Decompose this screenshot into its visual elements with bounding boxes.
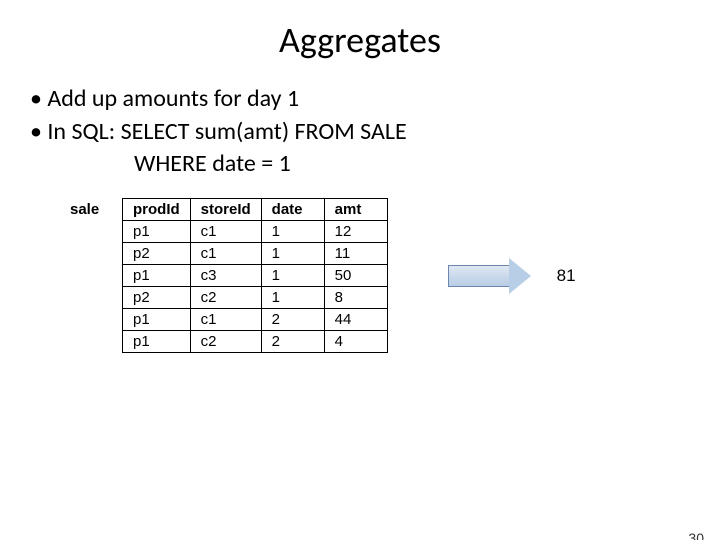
bullet-list: • Add up amounts for day 1 • In SQL: SEL… bbox=[30, 84, 720, 180]
cell-date: 1 bbox=[261, 265, 324, 287]
cell-blank bbox=[60, 309, 123, 331]
table-row: p1 c2 2 4 bbox=[60, 331, 387, 353]
cell-amt: 50 bbox=[324, 265, 387, 287]
cell-date: 2 bbox=[261, 331, 324, 353]
header-amt: amt bbox=[324, 199, 387, 221]
cell-prodid: p2 bbox=[123, 243, 191, 265]
cell-storeid: c1 bbox=[190, 221, 261, 243]
bullet-2-cont: WHERE date = 1 bbox=[134, 149, 720, 180]
header-prodid: prodId bbox=[123, 199, 191, 221]
header-storeid: storeId bbox=[190, 199, 261, 221]
cell-blank bbox=[60, 287, 123, 309]
bullet-2: • In SQL: SELECT sum(amt) FROM SALE bbox=[30, 117, 720, 148]
cell-prodid: p1 bbox=[123, 221, 191, 243]
cell-storeid: c1 bbox=[190, 309, 261, 331]
cell-date: 1 bbox=[261, 221, 324, 243]
cell-blank bbox=[60, 243, 123, 265]
cell-amt: 44 bbox=[324, 309, 387, 331]
arrow-icon bbox=[448, 258, 531, 294]
cell-amt: 12 bbox=[324, 221, 387, 243]
table-row: p1 c1 2 44 bbox=[60, 309, 387, 331]
page-number: 30 bbox=[688, 530, 704, 540]
cell-prodid: p1 bbox=[123, 309, 191, 331]
aggregate-result: 81 bbox=[557, 266, 576, 286]
cell-storeid: c2 bbox=[190, 287, 261, 309]
header-sale: sale bbox=[60, 199, 123, 221]
cell-amt: 8 bbox=[324, 287, 387, 309]
bullet-1: • Add up amounts for day 1 bbox=[30, 84, 720, 115]
cell-prodid: p1 bbox=[123, 265, 191, 287]
cell-prodid: p1 bbox=[123, 331, 191, 353]
cell-blank bbox=[60, 221, 123, 243]
table-row: p2 c1 1 11 bbox=[60, 243, 387, 265]
cell-storeid: c2 bbox=[190, 331, 261, 353]
slide-title: Aggregates bbox=[0, 18, 720, 62]
table-header-row: sale prodId storeId date amt bbox=[60, 199, 387, 221]
cell-amt: 4 bbox=[324, 331, 387, 353]
cell-storeid: c1 bbox=[190, 243, 261, 265]
cell-prodid: p2 bbox=[123, 287, 191, 309]
sale-table: sale prodId storeId date amt p1 c1 1 12 … bbox=[60, 198, 388, 353]
cell-blank bbox=[60, 331, 123, 353]
table-row: p1 c3 1 50 bbox=[60, 265, 387, 287]
table-row: p2 c2 1 8 bbox=[60, 287, 387, 309]
table-row: p1 c1 1 12 bbox=[60, 221, 387, 243]
cell-date: 1 bbox=[261, 243, 324, 265]
cell-amt: 11 bbox=[324, 243, 387, 265]
content-row: sale prodId storeId date amt p1 c1 1 12 … bbox=[60, 198, 720, 353]
cell-storeid: c3 bbox=[190, 265, 261, 287]
cell-date: 1 bbox=[261, 287, 324, 309]
cell-date: 2 bbox=[261, 309, 324, 331]
cell-blank bbox=[60, 265, 123, 287]
header-date: date bbox=[261, 199, 324, 221]
